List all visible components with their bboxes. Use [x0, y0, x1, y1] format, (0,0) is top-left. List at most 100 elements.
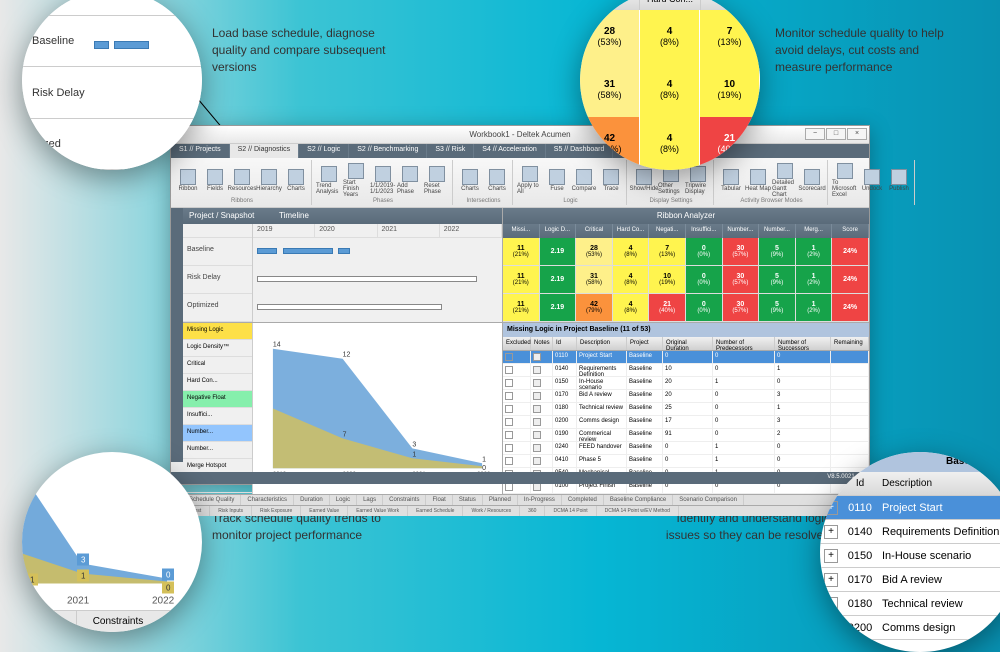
ribbon-button[interactable]: Apply to All	[517, 162, 543, 198]
logic-column-header[interactable]: Number of Successors	[775, 337, 831, 350]
ribbon-button[interactable]: To Microsoft Excel	[832, 162, 858, 198]
logic-column-header[interactable]: Number of Predecessors	[713, 337, 775, 350]
logic-row[interactable]: 0180Technical reviewBaseline2501	[503, 403, 869, 416]
logic-row[interactable]: 0170Bid A reviewBaseline2003	[503, 390, 869, 403]
logic-row[interactable]: 0410Phase 5Baseline010	[503, 455, 869, 468]
zoom-logic-row[interactable]: +0140Requirements Definition	[820, 520, 1000, 544]
metric-cell[interactable]: 24%	[832, 266, 869, 293]
metric-cell[interactable]: 0(0%)	[686, 238, 723, 265]
ribbon-button[interactable]: Undock	[859, 162, 885, 198]
metric-header[interactable]: Hard Co...	[613, 224, 650, 238]
ribbon-button[interactable]: Fields	[202, 162, 228, 198]
bottom-tab[interactable]: Constraints	[383, 495, 426, 505]
metric-cell[interactable]: 2.19	[540, 238, 577, 265]
zoom-logic-row[interactable]: +0200Comms design	[820, 616, 1000, 640]
metric-header[interactable]: Number...	[723, 224, 760, 238]
bottom-tab[interactable]: Lags	[357, 495, 383, 505]
maximize-button[interactable]: □	[826, 128, 846, 140]
ribbon-button[interactable]: Fuse	[544, 162, 570, 198]
expand-icon[interactable]: +	[824, 549, 838, 563]
bottom-tab[interactable]: In-Progress	[518, 495, 562, 505]
zoom-logic-row[interactable]: +0110Project Start	[820, 496, 1000, 520]
bottom-subtab[interactable]: Earned Schedule	[408, 506, 463, 516]
minimize-button[interactable]: −	[805, 128, 825, 140]
module-tab[interactable]: S3 // Risk	[427, 144, 474, 158]
ribbon-button[interactable]: Start Finish Years	[343, 162, 369, 198]
bottom-subtab[interactable]: Work / Resources	[463, 506, 520, 516]
metric-cell[interactable]: 4(8%)	[613, 266, 650, 293]
metric-cell[interactable]: 4(8%)	[613, 294, 650, 321]
metric-cell[interactable]: 5(9%)	[759, 266, 796, 293]
metric-header[interactable]: Critical	[576, 224, 613, 238]
logic-row[interactable]: 0140Requirements DefinitionBaseline1001	[503, 364, 869, 377]
logic-row[interactable]: 0150In-House scenarioBaseline2010	[503, 377, 869, 390]
metric-cell[interactable]: 11(21%)	[503, 294, 540, 321]
logic-row[interactable]: 0200Comms designBaseline1703	[503, 416, 869, 429]
metric-cell[interactable]: 11(21%)	[503, 238, 540, 265]
module-tab[interactable]: S2 // Diagnostics	[230, 144, 300, 158]
metric-list-item[interactable]: Critical	[183, 357, 252, 374]
metric-header[interactable]: Insuffici...	[686, 224, 723, 238]
bottom-tab[interactable]: Characteristics	[241, 495, 294, 505]
metric-cell[interactable]: 0(0%)	[686, 294, 723, 321]
metric-cell[interactable]: 30(57%)	[723, 266, 760, 293]
logic-row[interactable]: 0240FEED handoverBaseline010	[503, 442, 869, 455]
bottom-tab[interactable]: Scenario Comparison	[673, 495, 744, 505]
module-tab[interactable]: S5 // Dashboard	[546, 144, 614, 158]
ribbon-button[interactable]: Add Phase	[397, 162, 423, 198]
metric-cell[interactable]: 1(2%)	[796, 294, 833, 321]
metric-cell[interactable]: 1(2%)	[796, 238, 833, 265]
left-sidebar[interactable]	[171, 208, 183, 462]
bottom-tab[interactable]: Baseline Compliance	[604, 495, 673, 505]
ribbon-button[interactable]: Charts	[484, 162, 510, 198]
logic-row[interactable]: 0190Commerical reviewBaseline9102	[503, 429, 869, 442]
metric-cell[interactable]: 30(57%)	[723, 238, 760, 265]
metric-list-item[interactable]: Insuffici...	[183, 408, 252, 425]
zoom-logic-row[interactable]: +0170Bid A review	[820, 568, 1000, 592]
logic-column-header[interactable]: Description	[577, 337, 627, 350]
logic-column-header[interactable]: Project	[627, 337, 663, 350]
bottom-subtab[interactable]: Earned Value Work	[348, 506, 408, 516]
bottom-tab[interactable]: Duration	[294, 495, 330, 505]
trend-chart[interactable]: 14 12 7 3 1 1 0 2019 2020 2021 2022	[253, 323, 502, 494]
expand-icon[interactable]: +	[824, 573, 838, 587]
bottom-subtab[interactable]: 360	[520, 506, 545, 516]
logic-column-header[interactable]: Excluded	[503, 337, 531, 350]
module-tab[interactable]: S4 // Acceleration	[474, 144, 545, 158]
scenario-row[interactable]: Optimized	[183, 294, 252, 322]
logic-column-header[interactable]: Id	[553, 337, 577, 350]
bottom-tab[interactable]: Float	[426, 495, 452, 505]
scenario-row[interactable]: Risk Delay	[183, 266, 252, 294]
ribbon-button[interactable]: Hierarchy	[256, 162, 282, 198]
metric-cell[interactable]: 2.19	[540, 294, 577, 321]
metric-cell[interactable]: 2.19	[540, 266, 577, 293]
scenario-row[interactable]: Baseline	[183, 238, 252, 266]
module-tab[interactable]: S2 // Logic	[299, 144, 349, 158]
metric-cell[interactable]: 0(0%)	[686, 266, 723, 293]
metric-cell[interactable]: 7(13%)	[649, 238, 686, 265]
ribbon-button[interactable]: Detailed Gantt Chart	[772, 162, 798, 198]
ribbon-button[interactable]: Resources	[229, 162, 255, 198]
ribbon-button[interactable]: Scorecard	[799, 162, 825, 198]
metric-header[interactable]: Number...	[759, 224, 796, 238]
metric-header[interactable]: Score	[832, 224, 869, 238]
metric-list-item[interactable]: Missing Logic	[183, 323, 252, 340]
metric-cell[interactable]: 21(40%)	[649, 294, 686, 321]
metric-cell[interactable]: 1(2%)	[796, 266, 833, 293]
metric-list-item[interactable]: Hard Con...	[183, 374, 252, 391]
expand-icon[interactable]: +	[824, 597, 838, 611]
metric-cell[interactable]: 4(8%)	[613, 238, 650, 265]
metric-cell[interactable]: 5(9%)	[759, 238, 796, 265]
metric-header[interactable]: Missi...	[503, 224, 540, 238]
ribbon-button[interactable]: Charts	[457, 162, 483, 198]
metric-header[interactable]: Negati...	[649, 224, 686, 238]
bottom-subtab[interactable]: Risk Exposure	[252, 506, 301, 516]
metric-cell[interactable]: 11(21%)	[503, 266, 540, 293]
metric-cell[interactable]: 5(9%)	[759, 294, 796, 321]
metric-cell[interactable]: 24%	[832, 294, 869, 321]
logic-column-header[interactable]: Notes	[531, 337, 553, 350]
bottom-tab[interactable]: Logic	[330, 495, 357, 505]
metric-list-item[interactable]: Negative Float	[183, 391, 252, 408]
bottom-subtab[interactable]: Risk Inputs	[210, 506, 252, 516]
module-tab[interactable]: S2 // Benchmarking	[349, 144, 427, 158]
